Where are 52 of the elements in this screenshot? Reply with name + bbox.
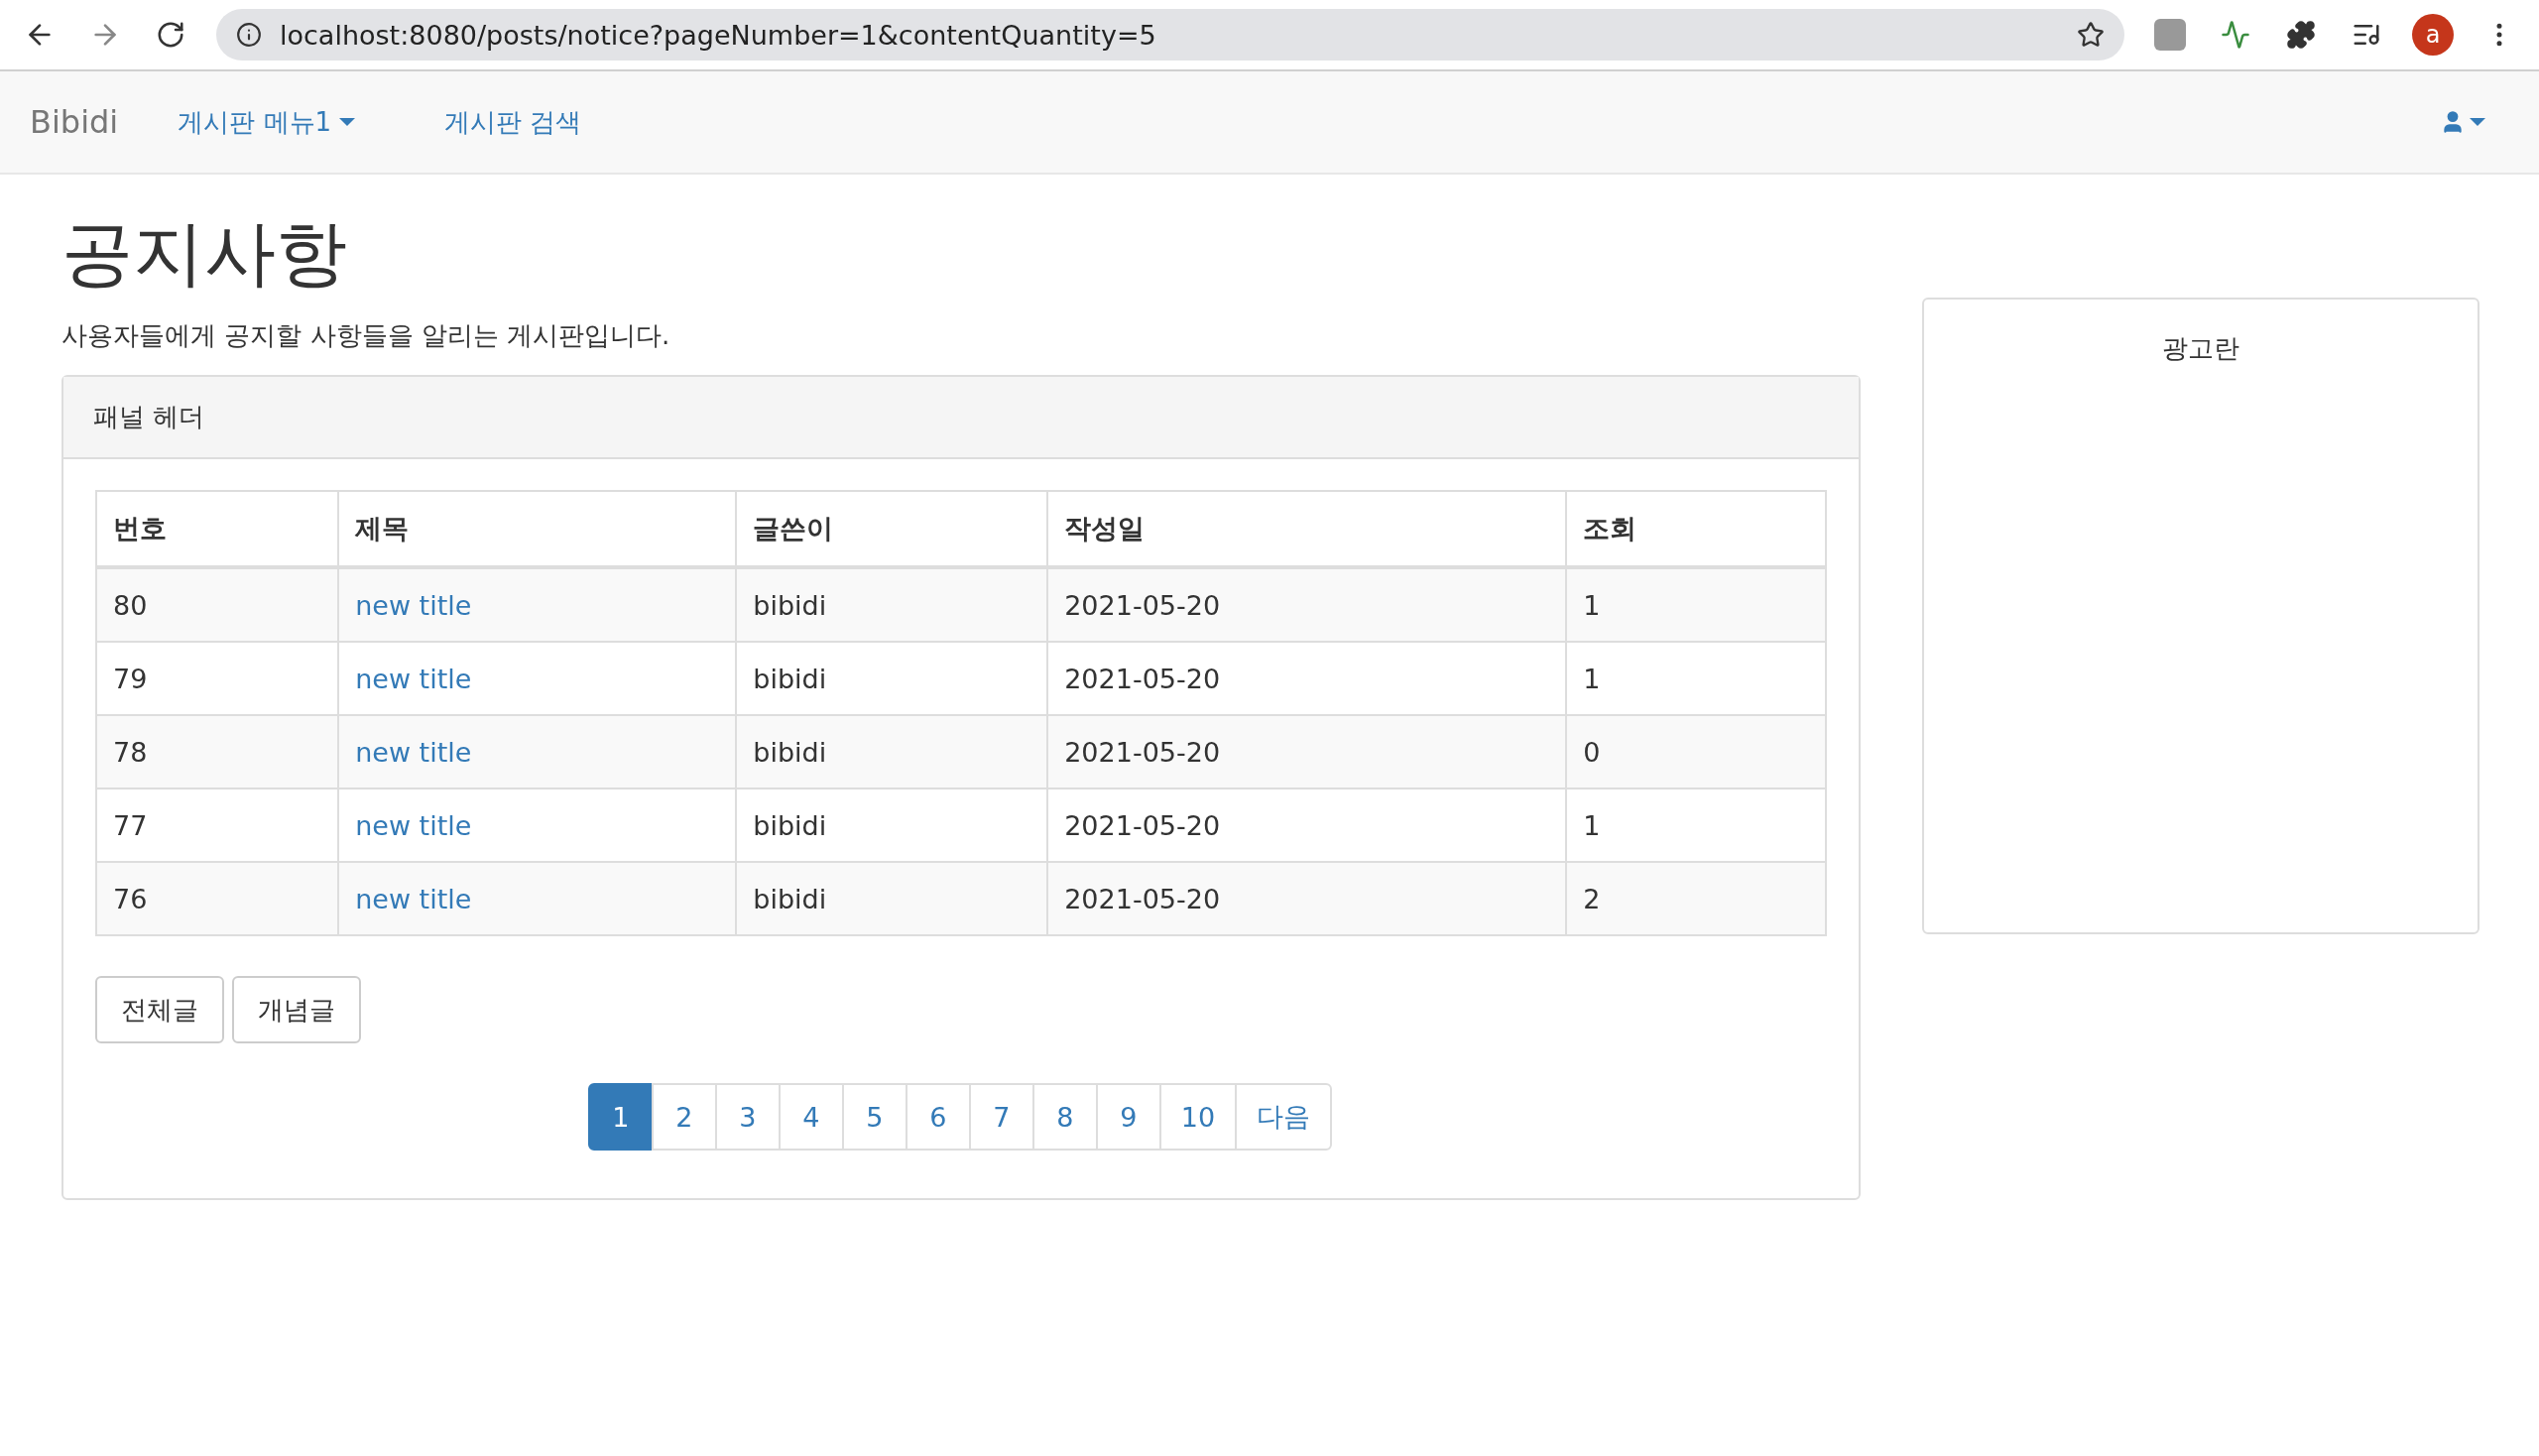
page-link[interactable]: 2 xyxy=(651,1083,717,1152)
page-link[interactable]: 다음 xyxy=(1235,1083,1333,1152)
info-icon[interactable] xyxy=(236,22,262,48)
page-link[interactable]: 10 xyxy=(1158,1083,1238,1152)
page-description: 사용자들에게 공지할 사항들을 알리는 게시판입니다. xyxy=(61,319,671,353)
table-cell: bibidi xyxy=(736,642,1048,716)
post-title-link[interactable]: new title xyxy=(355,589,472,621)
table-cell: bibidi xyxy=(736,715,1048,789)
caret-icon xyxy=(2470,118,2485,126)
table-cell: 2021-05-20 xyxy=(1047,642,1567,716)
table-cell: 2 xyxy=(1566,862,1826,936)
page-link[interactable]: 5 xyxy=(841,1083,907,1152)
page-link[interactable]: 3 xyxy=(714,1083,781,1152)
table-cell: 1 xyxy=(1566,642,1826,716)
page-link[interactable]: 6 xyxy=(905,1083,971,1152)
address-bar[interactable]: localhost:8080/posts/notice?pageNumber=1&contentQuantity=5 xyxy=(216,9,2124,61)
page-link[interactable]: 9 xyxy=(1095,1083,1161,1152)
table-cell: 76 xyxy=(96,862,339,936)
table-cell: 80 xyxy=(96,567,339,643)
table-cell: 77 xyxy=(96,789,339,863)
page-title: 공지사항 xyxy=(61,214,348,294)
table-cell: 0 xyxy=(1566,715,1826,789)
table-cell: 2021-05-20 xyxy=(1047,567,1567,643)
table-cell: bibidi xyxy=(736,862,1048,936)
url-text: localhost:8080/posts/notice?pageNumber=1&contentQuantity=5 xyxy=(280,19,1157,51)
brand-link[interactable]: Bibidi xyxy=(30,103,119,141)
table-cell: bibidi xyxy=(736,567,1048,643)
page-link[interactable]: 1 xyxy=(587,1083,654,1152)
nav-link[interactable]: 게시판 메뉴1 xyxy=(178,104,356,140)
table-cell: 1 xyxy=(1566,789,1826,863)
post-title-link[interactable]: new title xyxy=(355,883,472,914)
page-link[interactable]: 8 xyxy=(1031,1083,1098,1152)
profile-avatar[interactable]: a xyxy=(2412,14,2454,56)
table-cell: 2021-05-20 xyxy=(1047,789,1567,863)
filter-button[interactable]: 개념글 xyxy=(232,976,361,1044)
caret-icon xyxy=(339,118,356,126)
post-title-link[interactable]: new title xyxy=(355,736,472,768)
table-cell: 1 xyxy=(1566,567,1826,643)
post-title-link[interactable]: new title xyxy=(355,663,472,694)
table-cell: 78 xyxy=(96,715,339,789)
nav-link[interactable]: 게시판 검색 xyxy=(444,104,582,140)
bookmark-star-icon[interactable] xyxy=(2077,21,2105,49)
page-link[interactable]: 4 xyxy=(778,1083,844,1152)
panel-header: 패널 헤더 xyxy=(63,377,1859,460)
post-title-link[interactable]: new title xyxy=(355,809,472,841)
page-link[interactable]: 7 xyxy=(968,1083,1034,1152)
table-cell: 79 xyxy=(96,642,339,716)
filter-button[interactable]: 전체글 xyxy=(95,976,224,1044)
ad-label: 광고란 xyxy=(2162,332,2239,365)
table-cell: 2021-05-20 xyxy=(1047,862,1567,936)
table-cell: bibidi xyxy=(736,789,1048,863)
table-cell: 2021-05-20 xyxy=(1047,715,1567,789)
